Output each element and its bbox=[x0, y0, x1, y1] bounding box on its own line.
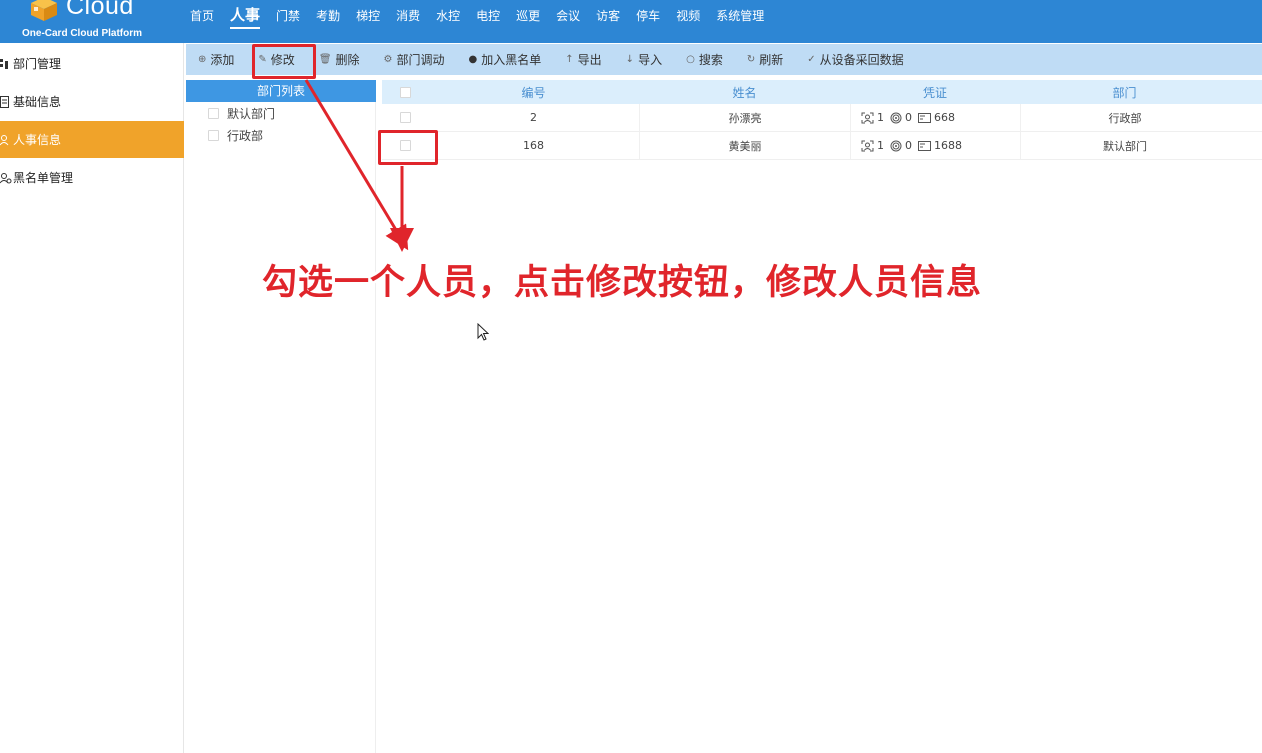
tutorial-caption: 勾选一个人员，点击修改按钮，修改人员信息 bbox=[262, 263, 983, 303]
arrow-from-edit-button bbox=[304, 79, 409, 251]
annotation-arrows bbox=[304, 79, 414, 252]
mouse-pointer-icon bbox=[477, 323, 489, 341]
